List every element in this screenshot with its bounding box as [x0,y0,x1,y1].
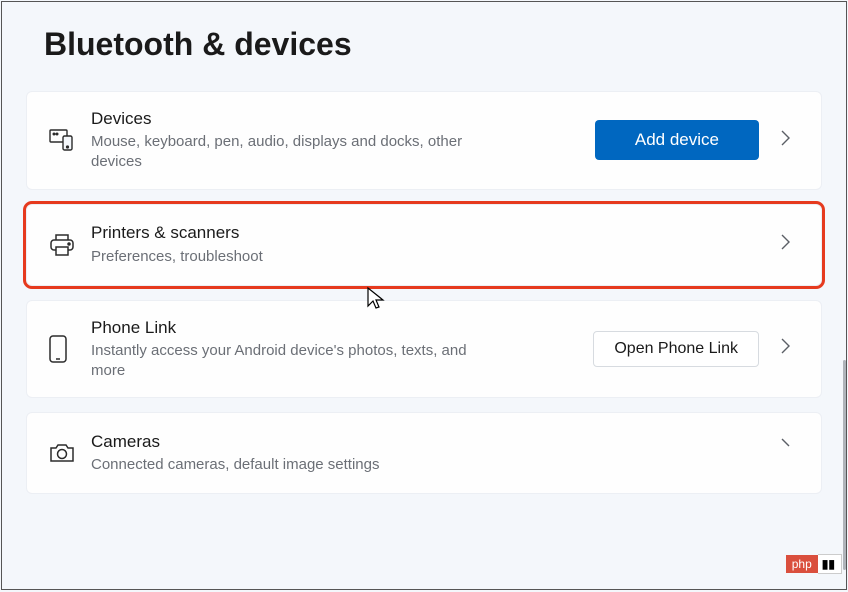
chevron-right-icon [781,130,799,151]
phone-icon [49,335,91,363]
watermark-left: php [786,555,818,573]
chevron-right-icon [781,338,799,359]
phone-body: Phone Link Instantly access your Android… [91,317,593,382]
cameras-body: Cameras Connected cameras, default image… [91,431,781,475]
phone-title: Phone Link [91,317,577,339]
devices-icon [49,129,91,151]
devices-row[interactable]: Devices Mouse, keyboard, pen, audio, dis… [26,91,822,190]
watermark-right: ▮▮ [818,554,842,574]
phone-subtitle: Instantly access your Android device's p… [91,341,491,382]
devices-subtitle: Mouse, keyboard, pen, audio, displays an… [91,132,491,173]
cameras-title: Cameras [91,431,765,453]
page-title: Bluetooth & devices [26,2,822,91]
cameras-subtitle: Connected cameras, default image setting… [91,455,491,475]
printer-icon [49,233,91,257]
printers-title: Printers & scanners [91,222,765,244]
watermark: php ▮▮ [786,554,842,574]
chevron-right-icon [781,435,799,453]
phone-link-row[interactable]: Phone Link Instantly access your Android… [26,300,822,399]
settings-panel: Bluetooth & devices Devices Mouse, keybo… [1,1,847,590]
add-device-button[interactable]: Add device [595,120,759,160]
printers-body: Printers & scanners Preferences, trouble… [91,222,781,266]
cameras-row[interactable]: Cameras Connected cameras, default image… [26,412,822,494]
printers-subtitle: Preferences, troubleshoot [91,247,491,267]
printers-scanners-row[interactable]: Printers & scanners Preferences, trouble… [26,204,822,286]
devices-body: Devices Mouse, keyboard, pen, audio, dis… [91,108,595,173]
scrollbar[interactable] [843,360,846,570]
chevron-right-icon [781,234,799,255]
devices-title: Devices [91,108,579,130]
open-phone-link-button[interactable]: Open Phone Link [593,331,759,367]
camera-icon [49,442,91,464]
